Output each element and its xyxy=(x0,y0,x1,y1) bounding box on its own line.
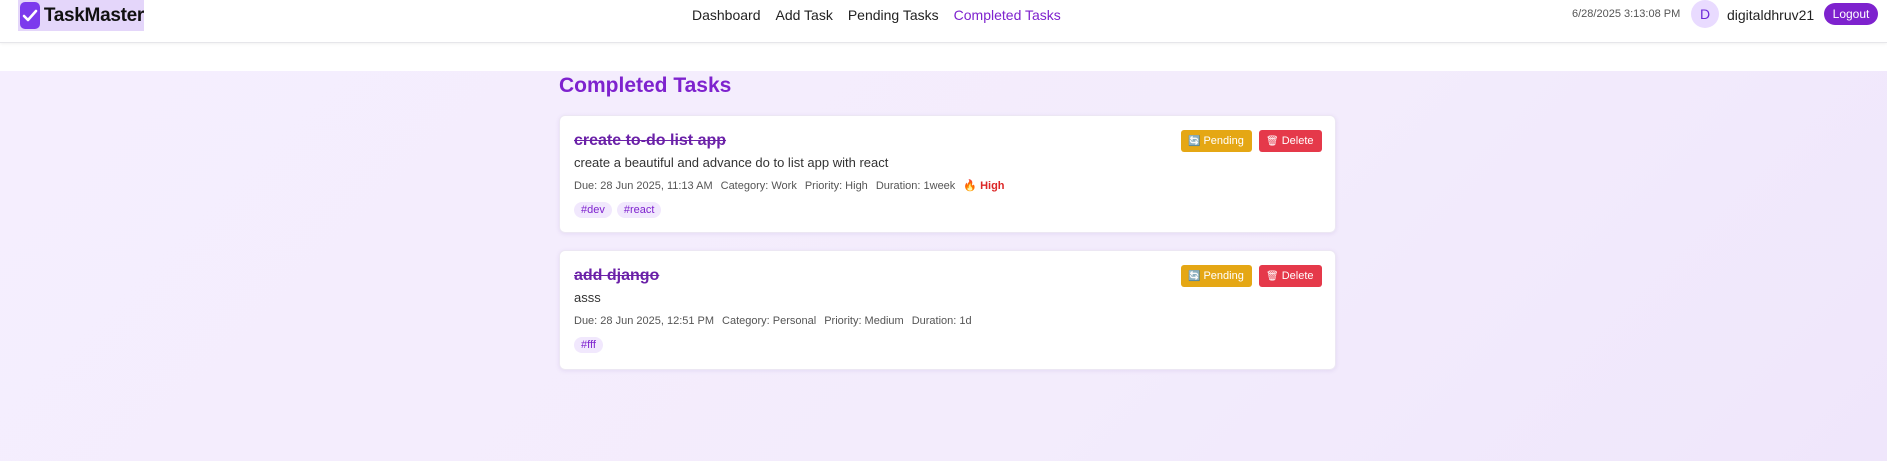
current-datetime: 6/28/2025 3:13:08 PM xyxy=(1572,8,1681,20)
task-meta: Due: 28 Jun 2025, 12:51 PM Category: Per… xyxy=(574,315,972,327)
nav-link-pending-tasks[interactable]: Pending Tasks xyxy=(848,7,939,23)
task-duration: Duration: 1week xyxy=(875,179,956,192)
nav-link-add-task[interactable]: Add Task xyxy=(776,7,833,23)
trash-icon: 🗑 xyxy=(1266,135,1279,147)
priority-flag: 🔥 High xyxy=(963,179,1004,192)
nav-link-dashboard[interactable]: Dashboard xyxy=(692,7,761,23)
mark-pending-label: Pending xyxy=(1203,135,1244,147)
undo-icon: 🔄 xyxy=(1188,135,1201,147)
task-category: Category: Personal xyxy=(722,315,817,327)
username: digitaldhruv21 xyxy=(1727,7,1815,23)
app-logo[interactable]: TaskMaster xyxy=(18,0,144,31)
check-square-icon xyxy=(20,2,40,29)
task-actions: 🔄 Pending 🗑 Delete xyxy=(1181,130,1322,152)
task-tags: #dev #react xyxy=(574,202,662,218)
task-category: Category: Work xyxy=(720,179,797,192)
delete-label: Delete xyxy=(1281,135,1314,147)
task-description: create a beautiful and advance do to lis… xyxy=(574,155,889,170)
nav-links: Dashboard Add Task Pending Tasks Complet… xyxy=(692,7,1061,23)
task-title: add django xyxy=(574,267,660,284)
task-tags: #fff xyxy=(574,337,603,353)
priority-flag-label: High xyxy=(980,180,1005,192)
task-tag[interactable]: #fff xyxy=(574,337,603,353)
task-actions: 🔄 Pending 🗑 Delete xyxy=(1181,265,1322,287)
undo-icon: 🔄 xyxy=(1188,270,1201,282)
logout-button[interactable]: Logout xyxy=(1824,3,1878,25)
task-title: create to-do list app xyxy=(574,132,727,149)
task-tag[interactable]: #react xyxy=(616,202,662,218)
task-priority: Priority: Medium xyxy=(824,315,904,327)
delete-label: Delete xyxy=(1281,270,1314,282)
nav-link-completed-tasks[interactable]: Completed Tasks xyxy=(954,7,1061,23)
fire-icon: 🔥 xyxy=(963,180,978,192)
mark-pending-label: Pending xyxy=(1203,270,1244,282)
delete-button[interactable]: 🗑 Delete xyxy=(1259,265,1322,287)
mark-pending-button[interactable]: 🔄 Pending xyxy=(1181,130,1252,152)
mark-pending-button[interactable]: 🔄 Pending xyxy=(1181,265,1252,287)
task-due: Due: 28 Jun 2025, 12:51 PM xyxy=(574,315,715,327)
delete-button[interactable]: 🗑 Delete xyxy=(1259,130,1322,152)
task-duration: Duration: 1d xyxy=(911,315,972,327)
trash-icon: 🗑 xyxy=(1266,270,1279,282)
page-title: Completed Tasks xyxy=(559,74,732,97)
task-card: add django asss Due: 28 Jun 2025, 12:51 … xyxy=(559,250,1336,370)
app-name: TaskMaster xyxy=(43,4,144,26)
task-card: create to-do list app create a beautiful… xyxy=(559,115,1336,233)
navbar: TaskMaster Dashboard Add Task Pending Ta… xyxy=(0,0,1887,43)
avatar[interactable]: D xyxy=(1691,0,1719,28)
task-meta: Due: 28 Jun 2025, 11:13 AM Category: Wor… xyxy=(574,179,1005,193)
task-due: Due: 28 Jun 2025, 11:13 AM xyxy=(574,179,713,192)
task-priority: Priority: High xyxy=(804,179,868,192)
task-description: asss xyxy=(574,290,601,305)
task-tag[interactable]: #dev xyxy=(574,202,612,218)
main-content: Completed Tasks create to-do list app cr… xyxy=(0,71,1887,461)
